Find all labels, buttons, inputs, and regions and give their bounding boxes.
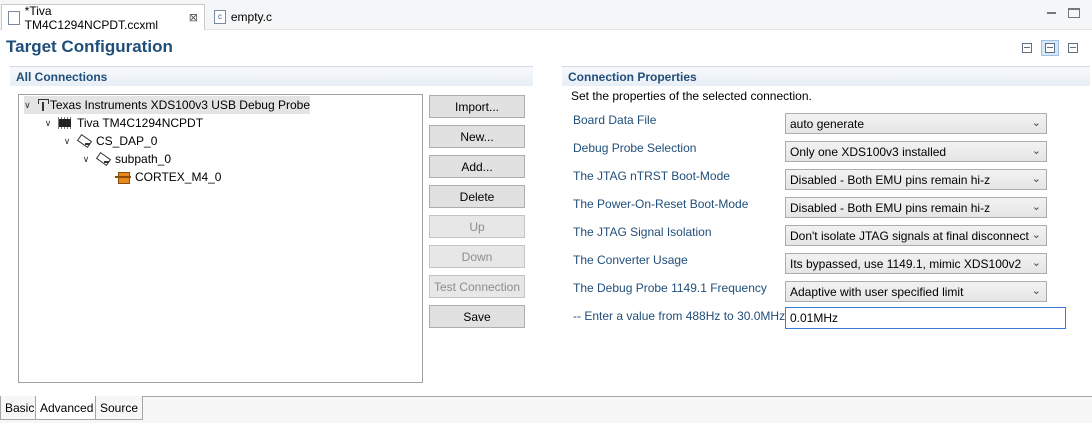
save-button[interactable]: Save [429, 305, 525, 328]
select-value: Disabled - Both EMU pins remain hi-z [790, 172, 991, 187]
close-tab-icon[interactable]: ⊠ [189, 11, 198, 24]
probe-frequency-select[interactable]: Adaptive with user specified limit ⌄ [785, 281, 1047, 302]
connections-tree[interactable]: ∨ Texas Instruments XDS100v3 USB Debug P… [18, 94, 423, 383]
tab-empty-c-label: empty.c [230, 10, 272, 24]
connection-properties-header: Connection Properties [562, 66, 1090, 86]
up-button[interactable]: Up [429, 215, 525, 238]
jtag-signal-isolation-label: The JTAG Signal Isolation [573, 225, 712, 239]
chevron-down-icon[interactable]: ∨ [43, 118, 53, 129]
maximize-icon[interactable] [1068, 8, 1080, 18]
test-connection-button[interactable]: Test Connection [429, 275, 525, 298]
chip-icon [57, 116, 73, 130]
properties-description: Set the properties of the selected conne… [571, 89, 812, 103]
columns-layout-icon [1045, 43, 1055, 53]
tree-node-probe[interactable]: ∨ Texas Instruments XDS100v3 USB Debug P… [24, 96, 310, 114]
jtag-signal-isolation-select[interactable]: Don't isolate JTAG signals at final disc… [785, 225, 1047, 246]
power-on-reset-label: The Power-On-Reset Boot-Mode [573, 197, 749, 211]
probe-frequency-label: The Debug Probe 1149.1 Frequency [573, 281, 767, 295]
tree-node-subpath[interactable]: ∨ subpath_0 [81, 150, 171, 168]
tab-ccxml-label: *Tiva TM4C1294NCPDT.ccxml [24, 3, 159, 32]
tab-empty-c[interactable]: c empty.c [208, 4, 278, 30]
tree-node-device[interactable]: ∨ Tiva TM4C1294NCPDT [43, 114, 203, 132]
bottom-tab-bar: Basic Advanced Source [0, 396, 1092, 423]
select-value: Its bypassed, use 1149.1, mimic XDS100v2 [790, 256, 1022, 271]
select-value: auto generate [790, 116, 865, 131]
board-data-file-label: Board Data File [573, 113, 657, 127]
chevron-down-icon[interactable]: ∨ [81, 154, 91, 165]
frequency-value-label: -- Enter a value from 488Hz to 30.0MHz [573, 309, 786, 323]
list-view-button[interactable] [1064, 40, 1082, 56]
tree-node-core[interactable]: CORTEX_M4_0 [115, 168, 221, 186]
select-value: Disabled - Both EMU pins remain hi-z [790, 200, 991, 215]
new-button[interactable]: New... [429, 125, 525, 148]
tab-advanced[interactable]: Advanced [35, 396, 99, 420]
chevron-down-icon: ⌄ [1031, 229, 1041, 241]
subpath-icon [95, 152, 111, 166]
tree-node-label: CORTEX_M4_0 [135, 170, 222, 184]
debug-probe-selection-label: Debug Probe Selection [573, 141, 697, 155]
target-config-file-icon [8, 10, 20, 25]
tree-node-dap[interactable]: ∨ CS_DAP_0 [62, 132, 158, 150]
add-button[interactable]: Add... [429, 155, 525, 178]
select-value: Only one XDS100v3 installed [790, 144, 947, 159]
tree-node-label: Tiva TM4C1294NCPDT [77, 116, 204, 130]
list-layout-icon [1068, 43, 1078, 53]
power-on-reset-select[interactable]: Disabled - Both EMU pins remain hi-z ⌄ [785, 197, 1047, 218]
chevron-down-icon: ⌄ [1031, 201, 1041, 213]
tab-ccxml[interactable]: *Tiva TM4C1294NCPDT.ccxml ⊠ [1, 3, 205, 32]
delete-button[interactable]: Delete [429, 185, 525, 208]
board-data-file-select[interactable]: auto generate ⌄ [785, 113, 1047, 134]
converter-usage-label: The Converter Usage [573, 253, 688, 267]
tree-node-label: subpath_0 [115, 152, 172, 166]
c-file-icon: c [214, 10, 226, 24]
probe-icon [35, 98, 49, 112]
chevron-down-icon[interactable]: ∨ [62, 136, 72, 147]
tab-source[interactable]: Source [95, 396, 144, 420]
select-value: Don't isolate JTAG signals at final disc… [790, 228, 1029, 243]
jtag-ntrst-label: The JTAG nTRST Boot-Mode [573, 169, 730, 183]
dap-icon [76, 134, 92, 148]
chevron-down-icon: ⌄ [1031, 117, 1041, 129]
tree-node-label: CS_DAP_0 [96, 134, 158, 148]
layout-view-button[interactable] [1041, 40, 1059, 56]
chevron-down-icon: ⌄ [1031, 173, 1041, 185]
page-title: Target Configuration [6, 37, 173, 56]
minimize-icon[interactable] [1046, 8, 1058, 18]
tree-node-label: Texas Instruments XDS100v3 USB Debug Pro… [49, 98, 310, 112]
cpu-core-icon [115, 170, 131, 184]
chevron-down-icon: ⌄ [1031, 145, 1041, 157]
chevron-down-icon[interactable]: ∨ [24, 100, 31, 111]
chevron-down-icon: ⌄ [1031, 257, 1041, 269]
down-button[interactable]: Down [429, 245, 525, 268]
frequency-value-input[interactable] [785, 307, 1066, 329]
connection-properties-title: Connection Properties [568, 70, 697, 84]
select-value: Adaptive with user specified limit [790, 284, 964, 299]
import-button[interactable]: Import... [429, 95, 525, 118]
collapse-icon [1022, 43, 1032, 53]
editor-tab-bar: *Tiva TM4C1294NCPDT.ccxml ⊠ c empty.c [0, 0, 1092, 32]
tab-basic[interactable]: Basic [0, 396, 40, 420]
chevron-down-icon: ⌄ [1031, 285, 1041, 297]
debug-probe-selection-select[interactable]: Only one XDS100v3 installed ⌄ [785, 141, 1047, 162]
all-connections-header: All Connections [10, 66, 533, 86]
jtag-ntrst-select[interactable]: Disabled - Both EMU pins remain hi-z ⌄ [785, 169, 1047, 190]
converter-usage-select[interactable]: Its bypassed, use 1149.1, mimic XDS100v2… [785, 253, 1047, 274]
all-connections-title: All Connections [16, 70, 108, 84]
collapse-view-button[interactable] [1018, 40, 1036, 56]
